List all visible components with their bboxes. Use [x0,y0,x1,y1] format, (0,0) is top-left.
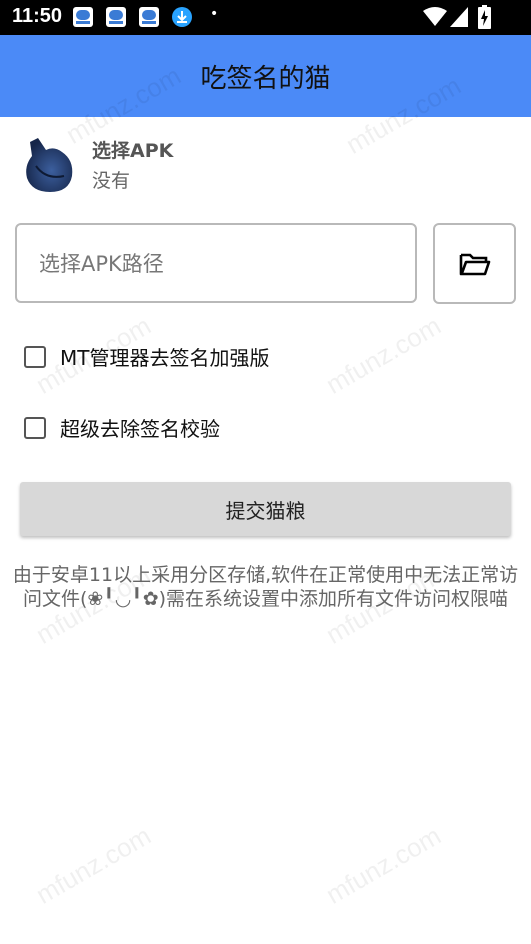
wifi-icon [423,7,447,26]
apk-path-placeholder: 选择APK路径 [39,252,164,276]
app-title: 吃签名的猫 [200,63,331,94]
submit-label: 提交猫粮 [225,498,306,523]
watermark: mfunz.com [30,820,156,910]
app-notification-icon [73,7,93,27]
submit-button[interactable]: 提交猫粮 [20,482,511,536]
option-mt-signature[interactable]: MT管理器去签名加强版 [24,342,269,371]
download-icon [172,7,192,27]
apk-name: 选择APK [92,140,174,162]
checkbox[interactable] [24,345,46,368]
option-label: 超级去除签名校验 [60,417,220,441]
apk-info[interactable]: 选择APK 没有 [24,136,504,198]
option-label: MT管理器去签名加强版 [60,346,270,370]
signal-icon [450,7,468,27]
apk-status: 没有 [92,170,131,192]
status-dot: • [210,6,219,22]
checkbox[interactable] [24,416,46,439]
status-time: 11:50 [12,5,63,27]
folder-button[interactable] [433,223,516,304]
app-notification-icon [106,7,126,27]
watermark: mfunz.com [320,310,446,400]
app-notification-icon [139,7,159,27]
storage-notice: 由于安卓11以上采用分区存储,软件在正常使用中无法正常访问文件(❀╹◡╹✿)需在… [12,564,519,610]
cat-icon [26,138,73,192]
status-bar: 11:50 • [0,0,531,35]
watermark: mfunz.com [320,820,446,910]
apk-path-input[interactable]: 选择APK路径 [15,223,417,303]
folder-open-icon [459,253,490,275]
option-super-remove[interactable]: 超级去除签名校验 [24,413,220,442]
battery-charging-icon [478,5,491,29]
